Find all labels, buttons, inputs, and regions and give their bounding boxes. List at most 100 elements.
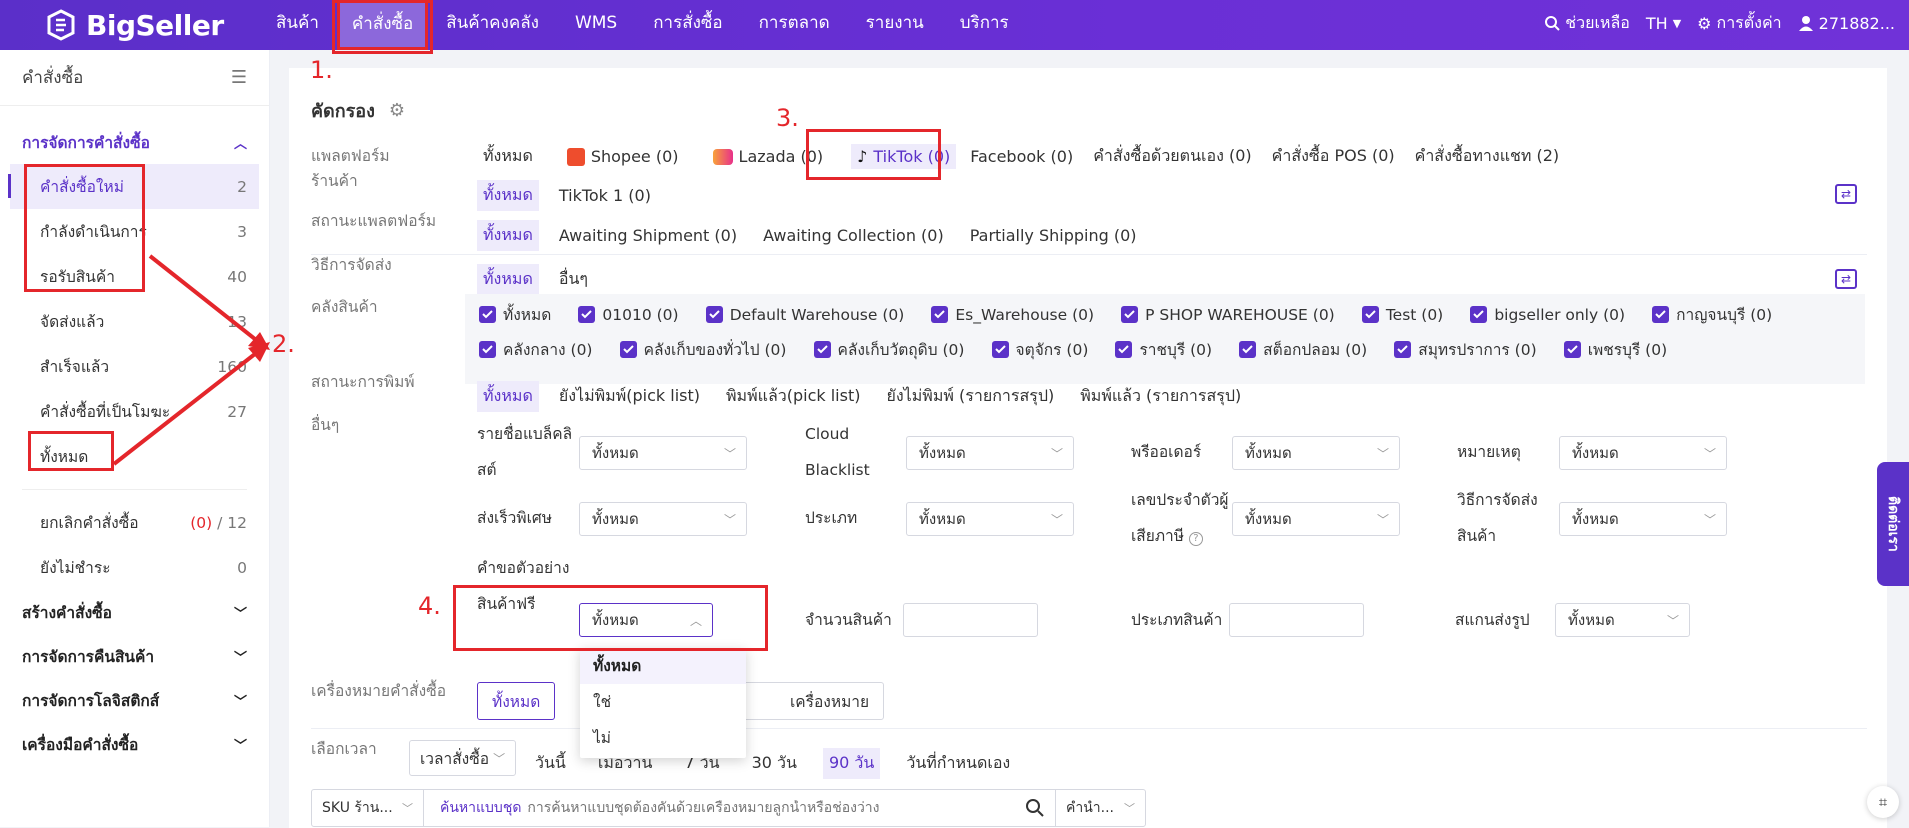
warehouse-option-label: คลังเก็บวัตถุดิบ (0) — [837, 341, 965, 359]
platform-status-option-partially-shipping[interactable]: Partially Shipping (0) — [964, 224, 1143, 247]
store-option-tiktok1[interactable]: TikTok 1 (0) — [553, 184, 657, 207]
ship-method-select[interactable]: ทั้งหมด ﹀ — [1559, 502, 1727, 536]
sidebar-item-cancelled[interactable]: ยกเลิกคำสั่งซื้อ (0) / 12 — [0, 500, 269, 545]
warehouse-option-label: เพชรบุรี (0) — [1587, 341, 1668, 359]
taxid-select[interactable]: ทั้งหมด ﹀ — [1232, 502, 1400, 536]
sidebar-group-order-tools[interactable]: เครื่องมือคำสั่งซื้อ ﹀ — [0, 722, 269, 766]
platform-status-option-awaiting-shipment[interactable]: Awaiting Shipment (0) — [553, 224, 743, 247]
checkbox-checked-icon — [619, 341, 637, 358]
warehouse-checkbox[interactable]: สต็อกปลอม (0) — [1239, 337, 1367, 362]
help-link[interactable]: ช่วยเหลือ — [1544, 11, 1630, 36]
nav-item-marketing[interactable]: การตลาด — [741, 0, 848, 50]
platform-option-shopee[interactable]: Shopee (0) — [561, 145, 685, 168]
type-select[interactable]: ทั้งหมด ﹀ — [906, 502, 1074, 536]
print-option-printed-picklist[interactable]: พิมพ์แล้ว(pick list) — [720, 382, 866, 411]
search-field-select[interactable]: SKU ร้าน... ﹀ — [312, 790, 424, 826]
preorder-select[interactable]: ทั้งหมด ﹀ — [1232, 436, 1400, 470]
shipping-option-all[interactable]: ทั้งหมด — [477, 264, 539, 295]
warehouse-checkbox[interactable]: กาญจนบุรี (0) — [1652, 302, 1772, 327]
platform-status-option-all[interactable]: ทั้งหมด — [477, 220, 539, 251]
warehouse-checkbox[interactable]: สมุทรปราการ (0) — [1394, 337, 1537, 362]
sidebar-item-unpaid[interactable]: ยังไม่ชำระ 0 — [0, 545, 269, 590]
chevron-down-icon: ﹀ — [1666, 613, 1679, 628]
contact-us-tab[interactable]: ติดต่อเรา — [1877, 462, 1909, 586]
collapse-menu-icon[interactable]: ☰ — [231, 67, 247, 88]
nav-item-purchase[interactable]: การสั่งซื้อ — [635, 0, 740, 50]
store-option-all[interactable]: ทั้งหมด — [477, 180, 539, 211]
filter-title-text: คัดกรอง — [311, 101, 375, 122]
platform-option-pos[interactable]: คำสั่งซื้อ POS (0) — [1266, 142, 1401, 171]
warehouse-checkbox[interactable]: ราชบุรี (0) — [1115, 337, 1212, 362]
warehouse-option-label: Es_Warehouse (0) — [955, 305, 1095, 324]
gear-icon[interactable]: ⚙ — [389, 100, 405, 121]
cloud-blacklist-label: Cloud Blacklist — [805, 416, 870, 488]
dropdown-option-yes[interactable]: ใช่ — [580, 684, 746, 720]
print-option-all[interactable]: ทั้งหมด — [477, 381, 539, 412]
nav-item-services[interactable]: บริการ — [942, 0, 1027, 50]
search-icon[interactable] — [1025, 798, 1045, 818]
language-select[interactable]: TH ▼ — [1646, 14, 1681, 33]
shipping-options: ทั้งหมด อื่นๆ — [477, 264, 594, 295]
warehouse-checkbox[interactable]: ทั้งหมด — [479, 302, 551, 327]
time-option-30days[interactable]: 30 วัน — [746, 749, 803, 778]
toggle-filter-icon[interactable]: ⇄ — [1835, 184, 1857, 204]
toggle-filter-icon[interactable]: ⇄ — [1835, 269, 1857, 289]
settings-link[interactable]: ⚙ การตั้งค่า — [1697, 11, 1782, 36]
bigseller-logo[interactable]: BigSeller — [44, 6, 224, 44]
warehouse-checkbox[interactable]: คลังเก็บวัตถุดิบ (0) — [813, 337, 965, 362]
warehouse-checkbox[interactable]: Es_Warehouse (0) — [931, 306, 1094, 324]
nav-item-wms[interactable]: WMS — [557, 0, 635, 50]
scan-select[interactable]: ทั้งหมด ﹀ — [1555, 603, 1690, 637]
nav-item-reports[interactable]: รายงาน — [848, 0, 942, 50]
note-select[interactable]: ทั้งหมด ﹀ — [1559, 436, 1727, 470]
warehouse-checkbox[interactable]: P SHOP WAREHOUSE (0) — [1121, 306, 1335, 324]
time-option-custom[interactable]: วันที่กำหนดเอง — [900, 749, 1016, 778]
warehouse-checkbox[interactable]: เพชรบุรี (0) — [1563, 337, 1668, 362]
time-type-select[interactable]: เวลาสั่งซื้อ ﹀ — [409, 740, 517, 776]
order-mark-button[interactable]: เครื่องหมาย — [729, 682, 885, 720]
warehouse-option-label: Test (0) — [1385, 305, 1444, 324]
print-option-unprinted-summary[interactable]: ยังไม่พิมพ์ (รายการสรุป) — [880, 382, 1060, 411]
shipping-option-other[interactable]: อื่นๆ — [553, 265, 594, 294]
dropdown-option-all[interactable]: ทั้งหมด — [580, 648, 746, 684]
warehouse-checkbox[interactable]: คลังกลาง (0) — [479, 337, 592, 362]
warehouse-checkbox[interactable]: bigseller only (0) — [1470, 306, 1625, 324]
platform-option-all[interactable]: ทั้งหมด — [477, 142, 539, 171]
chevron-down-icon: ﹀ — [723, 512, 736, 527]
warehouse-checkbox[interactable]: Test (0) — [1361, 305, 1444, 324]
product-type-input[interactable] — [1229, 603, 1364, 637]
platform-option-chat[interactable]: คำสั่งซื้อทางแชท (2) — [1409, 142, 1566, 171]
print-option-printed-summary[interactable]: พิมพ์แล้ว (รายการสรุป) — [1074, 382, 1247, 411]
warehouse-checkbox[interactable]: 01010 (0) — [578, 306, 679, 324]
warehouse-checkbox[interactable]: Default Warehouse (0) — [705, 306, 904, 324]
express-select[interactable]: ทั้งหมด ﹀ — [579, 502, 747, 536]
sidebar-group-returns[interactable]: การจัดการคืนสินค้า ﹀ — [0, 634, 269, 678]
batch-search-link[interactable]: ค้นหาแบบชุด — [424, 797, 527, 819]
warehouse-checkbox[interactable]: คลังเก็บของทั่วไป (0) — [619, 337, 786, 362]
help-circle-icon[interactable]: ? — [1188, 532, 1203, 546]
platform-option-facebook[interactable]: Facebook (0) — [964, 145, 1079, 168]
blacklist-select[interactable]: ทั้งหมด ﹀ — [579, 436, 747, 470]
time-option-90days[interactable]: 90 วัน — [822, 748, 881, 779]
quantity-input[interactable] — [903, 603, 1038, 637]
user-menu[interactable]: 271882... — [1798, 14, 1895, 33]
sidebar-group-create-order[interactable]: สร้างคำสั่งซื้อ ﹀ — [0, 590, 269, 634]
search-input[interactable] — [527, 800, 1015, 816]
print-option-unprinted-picklist[interactable]: ยังไม่พิมพ์(pick list) — [553, 382, 706, 411]
cloud-blacklist-select[interactable]: ทั้งหมด ﹀ — [906, 436, 1074, 470]
search-icon — [1545, 16, 1560, 31]
platform-status-option-awaiting-collection[interactable]: Awaiting Collection (0) — [757, 224, 950, 247]
divider — [311, 254, 1867, 255]
sidebar-group-order-management[interactable]: การจัดการคำสั่งซื้อ ︿ — [0, 120, 269, 164]
sidebar-group-logistics[interactable]: การจัดการโลจิสติกส์ ﹀ — [0, 678, 269, 722]
dropdown-option-no[interactable]: ไม่ — [580, 720, 746, 756]
select-value: SKU ร้าน... — [322, 800, 393, 816]
nav-item-inventory[interactable]: สินค้าคงคลัง — [428, 0, 557, 50]
nav-item-products[interactable]: สินค้า — [258, 0, 337, 50]
time-option-today[interactable]: วันนี้ — [529, 749, 572, 778]
order-mark-all-button[interactable]: ทั้งหมด — [477, 682, 556, 720]
warehouse-checkbox[interactable]: จตุจักร (0) — [991, 337, 1088, 362]
platform-option-manual[interactable]: คำสั่งซื้อด้วยตนเอง (0) — [1087, 142, 1257, 171]
scan-qr-icon[interactable]: ⌗ — [1867, 786, 1899, 818]
search-prefix-select[interactable]: คำนำ... ﹀ — [1055, 790, 1145, 826]
